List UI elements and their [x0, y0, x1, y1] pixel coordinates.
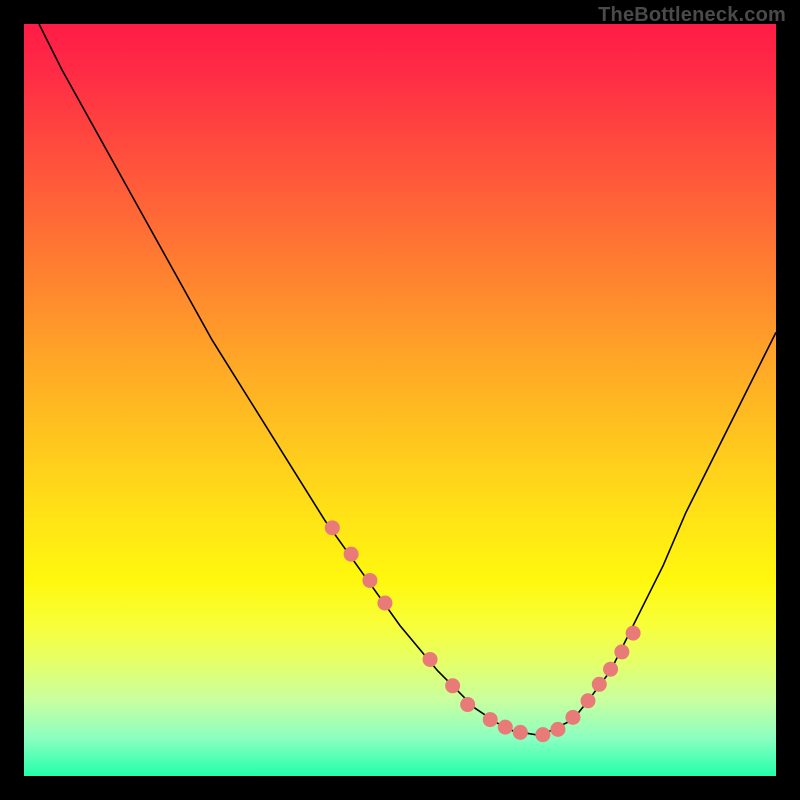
- highlight-dot: [565, 710, 580, 725]
- highlight-dot: [614, 644, 629, 659]
- highlight-dot: [592, 677, 607, 692]
- highlight-dot: [445, 678, 460, 693]
- chart-svg: [24, 24, 776, 776]
- highlight-dots: [325, 520, 641, 742]
- highlight-dot: [581, 693, 596, 708]
- highlight-dot: [377, 596, 392, 611]
- highlight-dot: [535, 727, 550, 742]
- highlight-dot: [362, 573, 377, 588]
- highlight-dot: [483, 712, 498, 727]
- highlight-dot: [344, 547, 359, 562]
- highlight-dot: [626, 626, 641, 641]
- highlight-dot: [513, 725, 528, 740]
- highlight-dot: [498, 720, 513, 735]
- highlight-dot: [603, 662, 618, 677]
- highlight-dot: [550, 722, 565, 737]
- highlight-dot: [423, 652, 438, 667]
- highlight-dot: [460, 697, 475, 712]
- watermark-text: TheBottleneck.com: [598, 4, 786, 27]
- highlight-dot: [325, 520, 340, 535]
- chart-plot-area: [24, 24, 776, 776]
- bottleneck-curve: [39, 24, 776, 735]
